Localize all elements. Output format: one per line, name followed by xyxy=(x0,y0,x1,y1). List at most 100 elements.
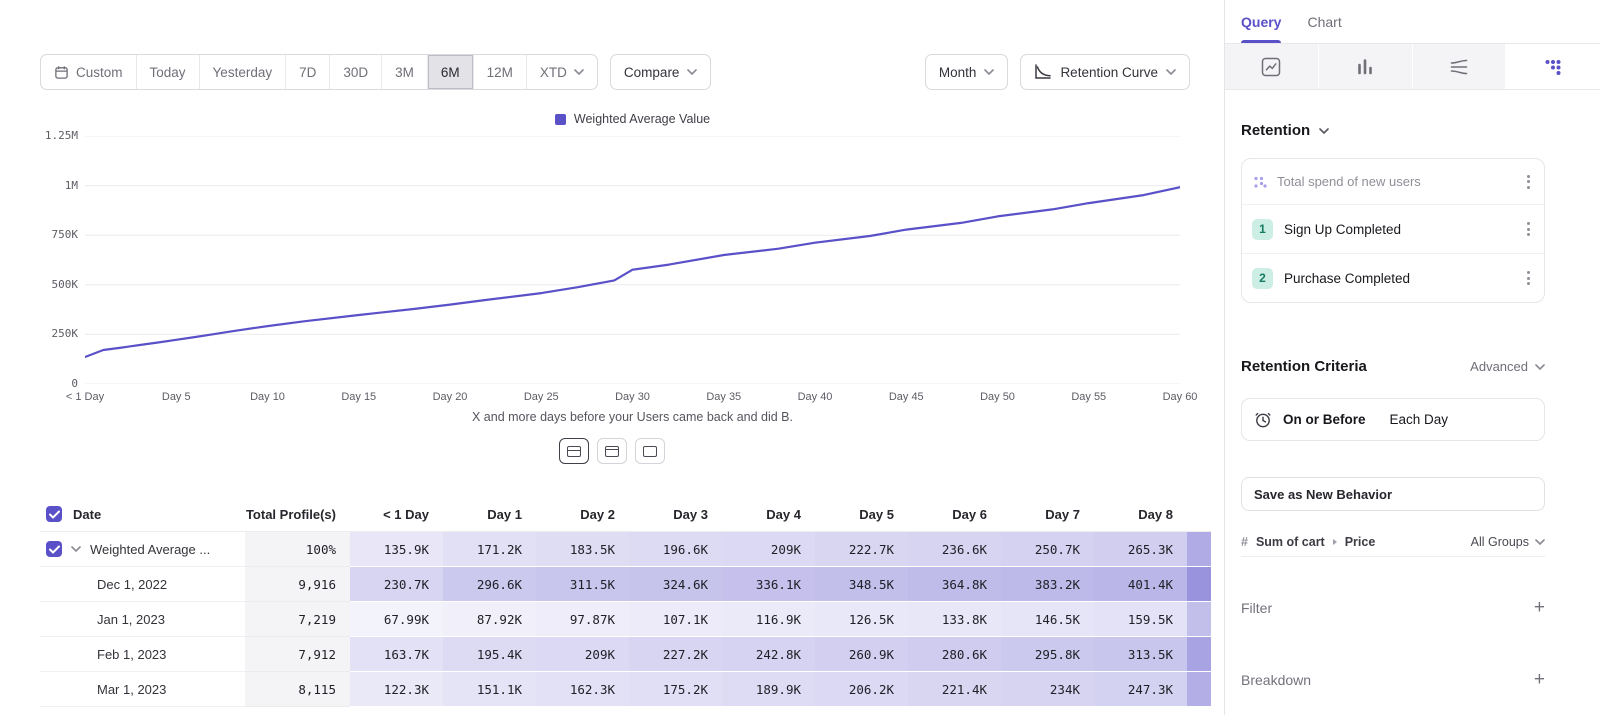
compare-button[interactable]: Compare xyxy=(610,54,712,90)
tab-insights[interactable] xyxy=(1225,44,1319,89)
table-cell-day-5: 348.5K xyxy=(815,567,908,602)
retention-curve-icon xyxy=(1034,64,1052,80)
table-row: Dec 1, 20229,916230.7K296.6K311.5K324.6K… xyxy=(40,567,1211,602)
row-label: Dec 1, 2022 xyxy=(97,577,167,592)
chart-type-dropdown[interactable]: Retention Curve xyxy=(1020,54,1190,90)
chevron-down-icon xyxy=(984,69,994,75)
check-icon xyxy=(49,545,60,554)
checkbox[interactable] xyxy=(46,506,62,522)
kebab-menu-icon[interactable] xyxy=(1523,218,1534,240)
chevron-down-icon xyxy=(1535,364,1545,370)
table-header-day-0: < 1 Day xyxy=(350,497,443,531)
behavior-step[interactable]: 1Sign Up Completed xyxy=(1242,204,1544,253)
behavior-title: Total spend of new users xyxy=(1277,174,1421,189)
table-header-day-3: Day 3 xyxy=(629,497,722,531)
row-total-cell: 7,912 xyxy=(245,637,350,672)
table-cell-overflow xyxy=(1187,672,1211,707)
step-number-badge: 2 xyxy=(1252,268,1273,289)
measure-property[interactable]: Sum of cart xyxy=(1256,535,1325,549)
all-groups-dropdown[interactable]: All Groups xyxy=(1471,535,1545,549)
y-axis-label: 1M xyxy=(0,179,78,192)
range-7d-button[interactable]: 7D xyxy=(285,55,329,89)
retention-curve-chart xyxy=(85,136,1180,384)
x-axis-label: Day 5 xyxy=(162,391,191,403)
table-header-day-7: Day 7 xyxy=(1001,497,1094,531)
layout-full-button[interactable] xyxy=(635,438,665,464)
x-axis-label: Day 25 xyxy=(524,391,559,403)
granularity-dropdown[interactable]: Month xyxy=(925,54,1009,90)
x-axis-label: Day 20 xyxy=(433,391,468,403)
chart-legend: Weighted Average Value xyxy=(85,112,1180,126)
table-cell-day-3: 175.2K xyxy=(629,672,722,707)
table-cell-day-1: 151.1K xyxy=(443,672,536,707)
row-label-cell: Feb 1, 2023 xyxy=(40,637,245,672)
range-today-button[interactable]: Today xyxy=(136,55,199,89)
tab-retention[interactable] xyxy=(1506,44,1600,89)
table-header-total: Total Profile(s) xyxy=(245,497,350,531)
measure-sub-property[interactable]: Price xyxy=(1345,535,1376,549)
add-filter-button[interactable]: + xyxy=(1534,598,1545,617)
step-label: Sign Up Completed xyxy=(1284,222,1401,237)
tab-flows[interactable] xyxy=(1413,44,1507,89)
split-top-icon xyxy=(605,446,619,457)
check-icon xyxy=(49,510,60,519)
range-3m-button[interactable]: 3M xyxy=(381,55,427,89)
row-label-cell: Mar 1, 2023 xyxy=(40,672,245,707)
measure-row: # Sum of cart Price All Groups xyxy=(1241,527,1545,557)
filter-section: Filter + xyxy=(1241,598,1545,617)
layout-split-top-button[interactable] xyxy=(597,438,627,464)
criteria-condition-dropdown[interactable]: On or Before xyxy=(1283,412,1366,427)
legend-label[interactable]: Weighted Average Value xyxy=(574,112,710,126)
range-6m-button[interactable]: 6M xyxy=(427,55,473,89)
expand-chevron-icon[interactable] xyxy=(71,546,81,552)
custom-range-button[interactable]: Custom xyxy=(41,55,136,89)
add-breakdown-button[interactable]: + xyxy=(1534,670,1545,689)
table-cell-day-8: 401.4K xyxy=(1094,567,1187,602)
range-30d-button[interactable]: 30D xyxy=(329,55,381,89)
table-body: Weighted Average ...100%135.9K171.2K183.… xyxy=(40,532,1211,707)
table-cell-day-1: 171.2K xyxy=(443,532,536,567)
table-cell-day-4: 189.9K xyxy=(722,672,815,707)
retention-criteria-title: Retention Criteria xyxy=(1241,358,1367,375)
filter-label: Filter xyxy=(1241,600,1272,616)
y-axis-label: 250K xyxy=(0,327,78,340)
table-row: Mar 1, 20238,115122.3K151.1K162.3K175.2K… xyxy=(40,672,1211,707)
table-cell-day-0: 163.7K xyxy=(350,637,443,672)
retention-dots-icon xyxy=(1542,56,1564,78)
retention-table: DateTotal Profile(s)< 1 DayDay 1Day 2Day… xyxy=(40,497,1211,707)
layout-split-horizontal-button[interactable] xyxy=(559,438,589,464)
x-axis-label: Day 10 xyxy=(250,391,285,403)
save-as-new-behavior-button[interactable]: Save as New Behavior xyxy=(1241,477,1545,511)
y-axis-label: 500K xyxy=(0,278,78,291)
sidebar-tab-query[interactable]: Query xyxy=(1241,0,1281,43)
checkbox[interactable] xyxy=(46,541,62,557)
table-cell-day-4: 242.8K xyxy=(722,637,815,672)
behavior-step[interactable]: 2Purchase Completed xyxy=(1242,253,1544,302)
behavior-card-header[interactable]: Total spend of new users xyxy=(1242,159,1544,204)
kebab-menu-icon[interactable] xyxy=(1523,267,1534,289)
tab-funnels[interactable] xyxy=(1319,44,1413,89)
kebab-menu-icon[interactable] xyxy=(1523,171,1534,193)
retention-section-dropdown[interactable]: Retention xyxy=(1241,122,1329,139)
advanced-label: Advanced xyxy=(1470,359,1528,374)
row-label: Feb 1, 2023 xyxy=(97,647,166,662)
x-axis-label: Day 35 xyxy=(706,391,741,403)
advanced-dropdown[interactable]: Advanced xyxy=(1470,359,1545,374)
retention-section-label: Retention xyxy=(1241,122,1310,139)
range-12m-button[interactable]: 12M xyxy=(473,55,526,89)
range-yesterday-button[interactable]: Yesterday xyxy=(199,55,286,89)
table-cell-day-0: 67.99K xyxy=(350,602,443,637)
criteria-frequency-dropdown[interactable]: Each Day xyxy=(1390,412,1449,427)
sidebar-tab-chart[interactable]: Chart xyxy=(1307,0,1341,43)
table-cell-day-0: 230.7K xyxy=(350,567,443,602)
table-cell-day-7: 295.8K xyxy=(1001,637,1094,672)
table-cell-day-8: 265.3K xyxy=(1094,532,1187,567)
table-row: Jan 1, 20237,21967.99K87.92K97.87K107.1K… xyxy=(40,602,1211,637)
range-xtd-label: XTD xyxy=(540,65,567,80)
row-total-cell: 7,219 xyxy=(245,602,350,637)
table-header-day-8: Day 8 xyxy=(1094,497,1187,531)
range-xtd-button[interactable]: XTD xyxy=(526,55,597,89)
table-cell-day-8: 247.3K xyxy=(1094,672,1187,707)
table-cell-day-7: 250.7K xyxy=(1001,532,1094,567)
row-total-cell: 100% xyxy=(245,532,350,567)
